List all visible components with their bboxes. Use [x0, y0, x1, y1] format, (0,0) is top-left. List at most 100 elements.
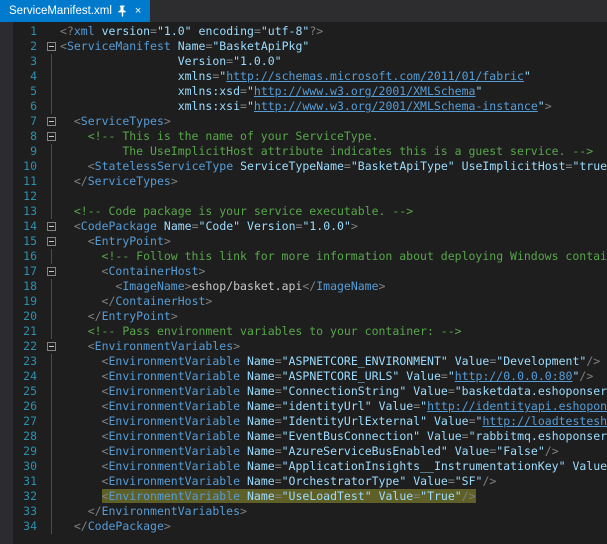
fold-guide: [43, 324, 60, 339]
fold-guide: [43, 384, 60, 399]
code-text: The UseImplicitHost attribute indicates …: [60, 144, 593, 159]
line-number: 12: [13, 189, 43, 204]
tab-title: ServiceManifest.xml: [9, 5, 112, 17]
line-number: 5: [13, 84, 43, 99]
fold-guide: [43, 354, 60, 369]
fold-collapse-icon[interactable]: [43, 39, 60, 54]
fold-collapse-icon[interactable]: [43, 264, 60, 279]
code-line[interactable]: 20 </EntryPoint>: [13, 309, 607, 324]
code-line[interactable]: 23 <EnvironmentVariable Name="ASPNETCORE…: [13, 354, 607, 369]
line-number: 28: [13, 429, 43, 444]
code-text: </ServiceTypes>: [60, 174, 178, 189]
code-line[interactable]: 33 </EnvironmentVariables>: [13, 504, 607, 519]
fold-guide: [43, 159, 60, 174]
code-line[interactable]: 9 The UseImplicitHost attribute indicate…: [13, 144, 607, 159]
code-line[interactable]: 22 <EnvironmentVariables>: [13, 339, 607, 354]
code-line[interactable]: 28 <EnvironmentVariable Name="EventBusCo…: [13, 429, 607, 444]
code-line[interactable]: 5 xmlns:xsd="http://www.w3.org/2001/XMLS…: [13, 84, 607, 99]
code-line[interactable]: 31 <EnvironmentVariable Name="Orchestrat…: [13, 474, 607, 489]
line-number: 24: [13, 369, 43, 384]
fold-guide: [43, 69, 60, 84]
pin-icon[interactable]: [118, 5, 127, 17]
code-lines: 1<?xml version="1.0" encoding="utf-8"?>2…: [13, 22, 607, 544]
code-line[interactable]: 32 <EnvironmentVariable Name="UseLoadTes…: [13, 489, 607, 504]
code-line[interactable]: 11 </ServiceTypes>: [13, 174, 607, 189]
code-line[interactable]: 4 xmlns="http://schemas.microsoft.com/20…: [13, 69, 607, 84]
code-line[interactable]: 12: [13, 189, 607, 204]
tab-servicemanifest[interactable]: ServiceManifest.xml ×: [0, 0, 150, 22]
code-line[interactable]: 6 xmlns:xsi="http://www.w3.org/2001/XMLS…: [13, 99, 607, 114]
code-text: <!-- Code package is your service execut…: [60, 204, 413, 219]
fold-collapse-icon[interactable]: [43, 234, 60, 249]
code-text: xmlns="http://schemas.microsoft.com/2011…: [60, 69, 531, 84]
line-number: 26: [13, 399, 43, 414]
fold-guide: [43, 24, 60, 39]
code-text: <!-- Follow this link for more informati…: [60, 249, 607, 264]
code-text: Version="1.0.0": [60, 54, 282, 69]
code-line[interactable]: 29 <EnvironmentVariable Name="AzureServi…: [13, 444, 607, 459]
fold-guide: [43, 204, 60, 219]
code-line[interactable]: 34 </CodePackage>: [13, 519, 607, 534]
code-line[interactable]: 8 <!-- This is the name of your ServiceT…: [13, 129, 607, 144]
line-number: 8: [13, 129, 43, 144]
close-icon[interactable]: ×: [133, 5, 143, 18]
code-line[interactable]: 15 <EntryPoint>: [13, 234, 607, 249]
code-line[interactable]: 25 <EnvironmentVariable Name="Connection…: [13, 384, 607, 399]
code-line[interactable]: 30 <EnvironmentVariable Name="Applicatio…: [13, 459, 607, 474]
fold-guide: [43, 444, 60, 459]
line-number: 27: [13, 414, 43, 429]
line-number: 7: [13, 114, 43, 129]
code-text: </EntryPoint>: [60, 309, 178, 324]
code-text: <EnvironmentVariables>: [60, 339, 240, 354]
code-line[interactable]: 24 <EnvironmentVariable Name="ASPNETCORE…: [13, 369, 607, 384]
fold-guide: [43, 294, 60, 309]
line-number: 20: [13, 309, 43, 324]
line-number: 15: [13, 234, 43, 249]
fold-collapse-icon[interactable]: [43, 114, 60, 129]
fold-guide: [43, 489, 60, 504]
code-line[interactable]: 16 <!-- Follow this link for more inform…: [13, 249, 607, 264]
fold-guide: [43, 474, 60, 489]
line-number: 19: [13, 294, 43, 309]
code-line[interactable]: 19 </ContainerHost>: [13, 294, 607, 309]
code-line[interactable]: 21 <!-- Pass environment variables to yo…: [13, 324, 607, 339]
code-text: <ContainerHost>: [60, 264, 205, 279]
code-line[interactable]: 13 <!-- Code package is your service exe…: [13, 204, 607, 219]
line-number: 10: [13, 159, 43, 174]
fold-guide: [43, 399, 60, 414]
code-text: <EntryPoint>: [60, 234, 171, 249]
fold-guide: [43, 369, 60, 384]
code-text: <ImageName>eshop/basket.api</ImageName>: [60, 279, 385, 294]
line-number: 11: [13, 174, 43, 189]
line-number: 29: [13, 444, 43, 459]
code-line[interactable]: 26 <EnvironmentVariable Name="identityUr…: [13, 399, 607, 414]
line-number: 18: [13, 279, 43, 294]
code-line[interactable]: 1<?xml version="1.0" encoding="utf-8"?>: [13, 24, 607, 39]
code-text: <EnvironmentVariable Name="UseLoadTest" …: [60, 489, 476, 504]
code-line[interactable]: 18 <ImageName>eshop/basket.api</ImageNam…: [13, 279, 607, 294]
line-number: 30: [13, 459, 43, 474]
fold-collapse-icon[interactable]: [43, 339, 60, 354]
code-line[interactable]: 3 Version="1.0.0": [13, 54, 607, 69]
fold-collapse-icon[interactable]: [43, 129, 60, 144]
code-text: <EnvironmentVariable Name="IdentityUrlEx…: [60, 414, 607, 429]
code-editor[interactable]: 1<?xml version="1.0" encoding="utf-8"?>2…: [0, 22, 607, 544]
code-text: <EnvironmentVariable Name="ASPNETCORE_EN…: [60, 354, 600, 369]
code-line[interactable]: 7 <ServiceTypes>: [13, 114, 607, 129]
code-line[interactable]: 2<ServiceManifest Name="BasketApiPkg": [13, 39, 607, 54]
code-line[interactable]: 10 <StatelessServiceType ServiceTypeName…: [13, 159, 607, 174]
fold-collapse-icon[interactable]: [43, 219, 60, 234]
line-number: 13: [13, 204, 43, 219]
code-text: <EnvironmentVariable Name="ASPNETCORE_UR…: [60, 369, 593, 384]
code-line[interactable]: 14 <CodePackage Name="Code" Version="1.0…: [13, 219, 607, 234]
fold-guide: [43, 279, 60, 294]
fold-guide: [43, 414, 60, 429]
line-number: 4: [13, 69, 43, 84]
line-number: 6: [13, 99, 43, 114]
fold-guide: [43, 99, 60, 114]
line-number: 9: [13, 144, 43, 159]
code-line[interactable]: 17 <ContainerHost>: [13, 264, 607, 279]
code-text: </CodePackage>: [60, 519, 171, 534]
code-line[interactable]: 27 <EnvironmentVariable Name="IdentityUr…: [13, 414, 607, 429]
line-number: 17: [13, 264, 43, 279]
